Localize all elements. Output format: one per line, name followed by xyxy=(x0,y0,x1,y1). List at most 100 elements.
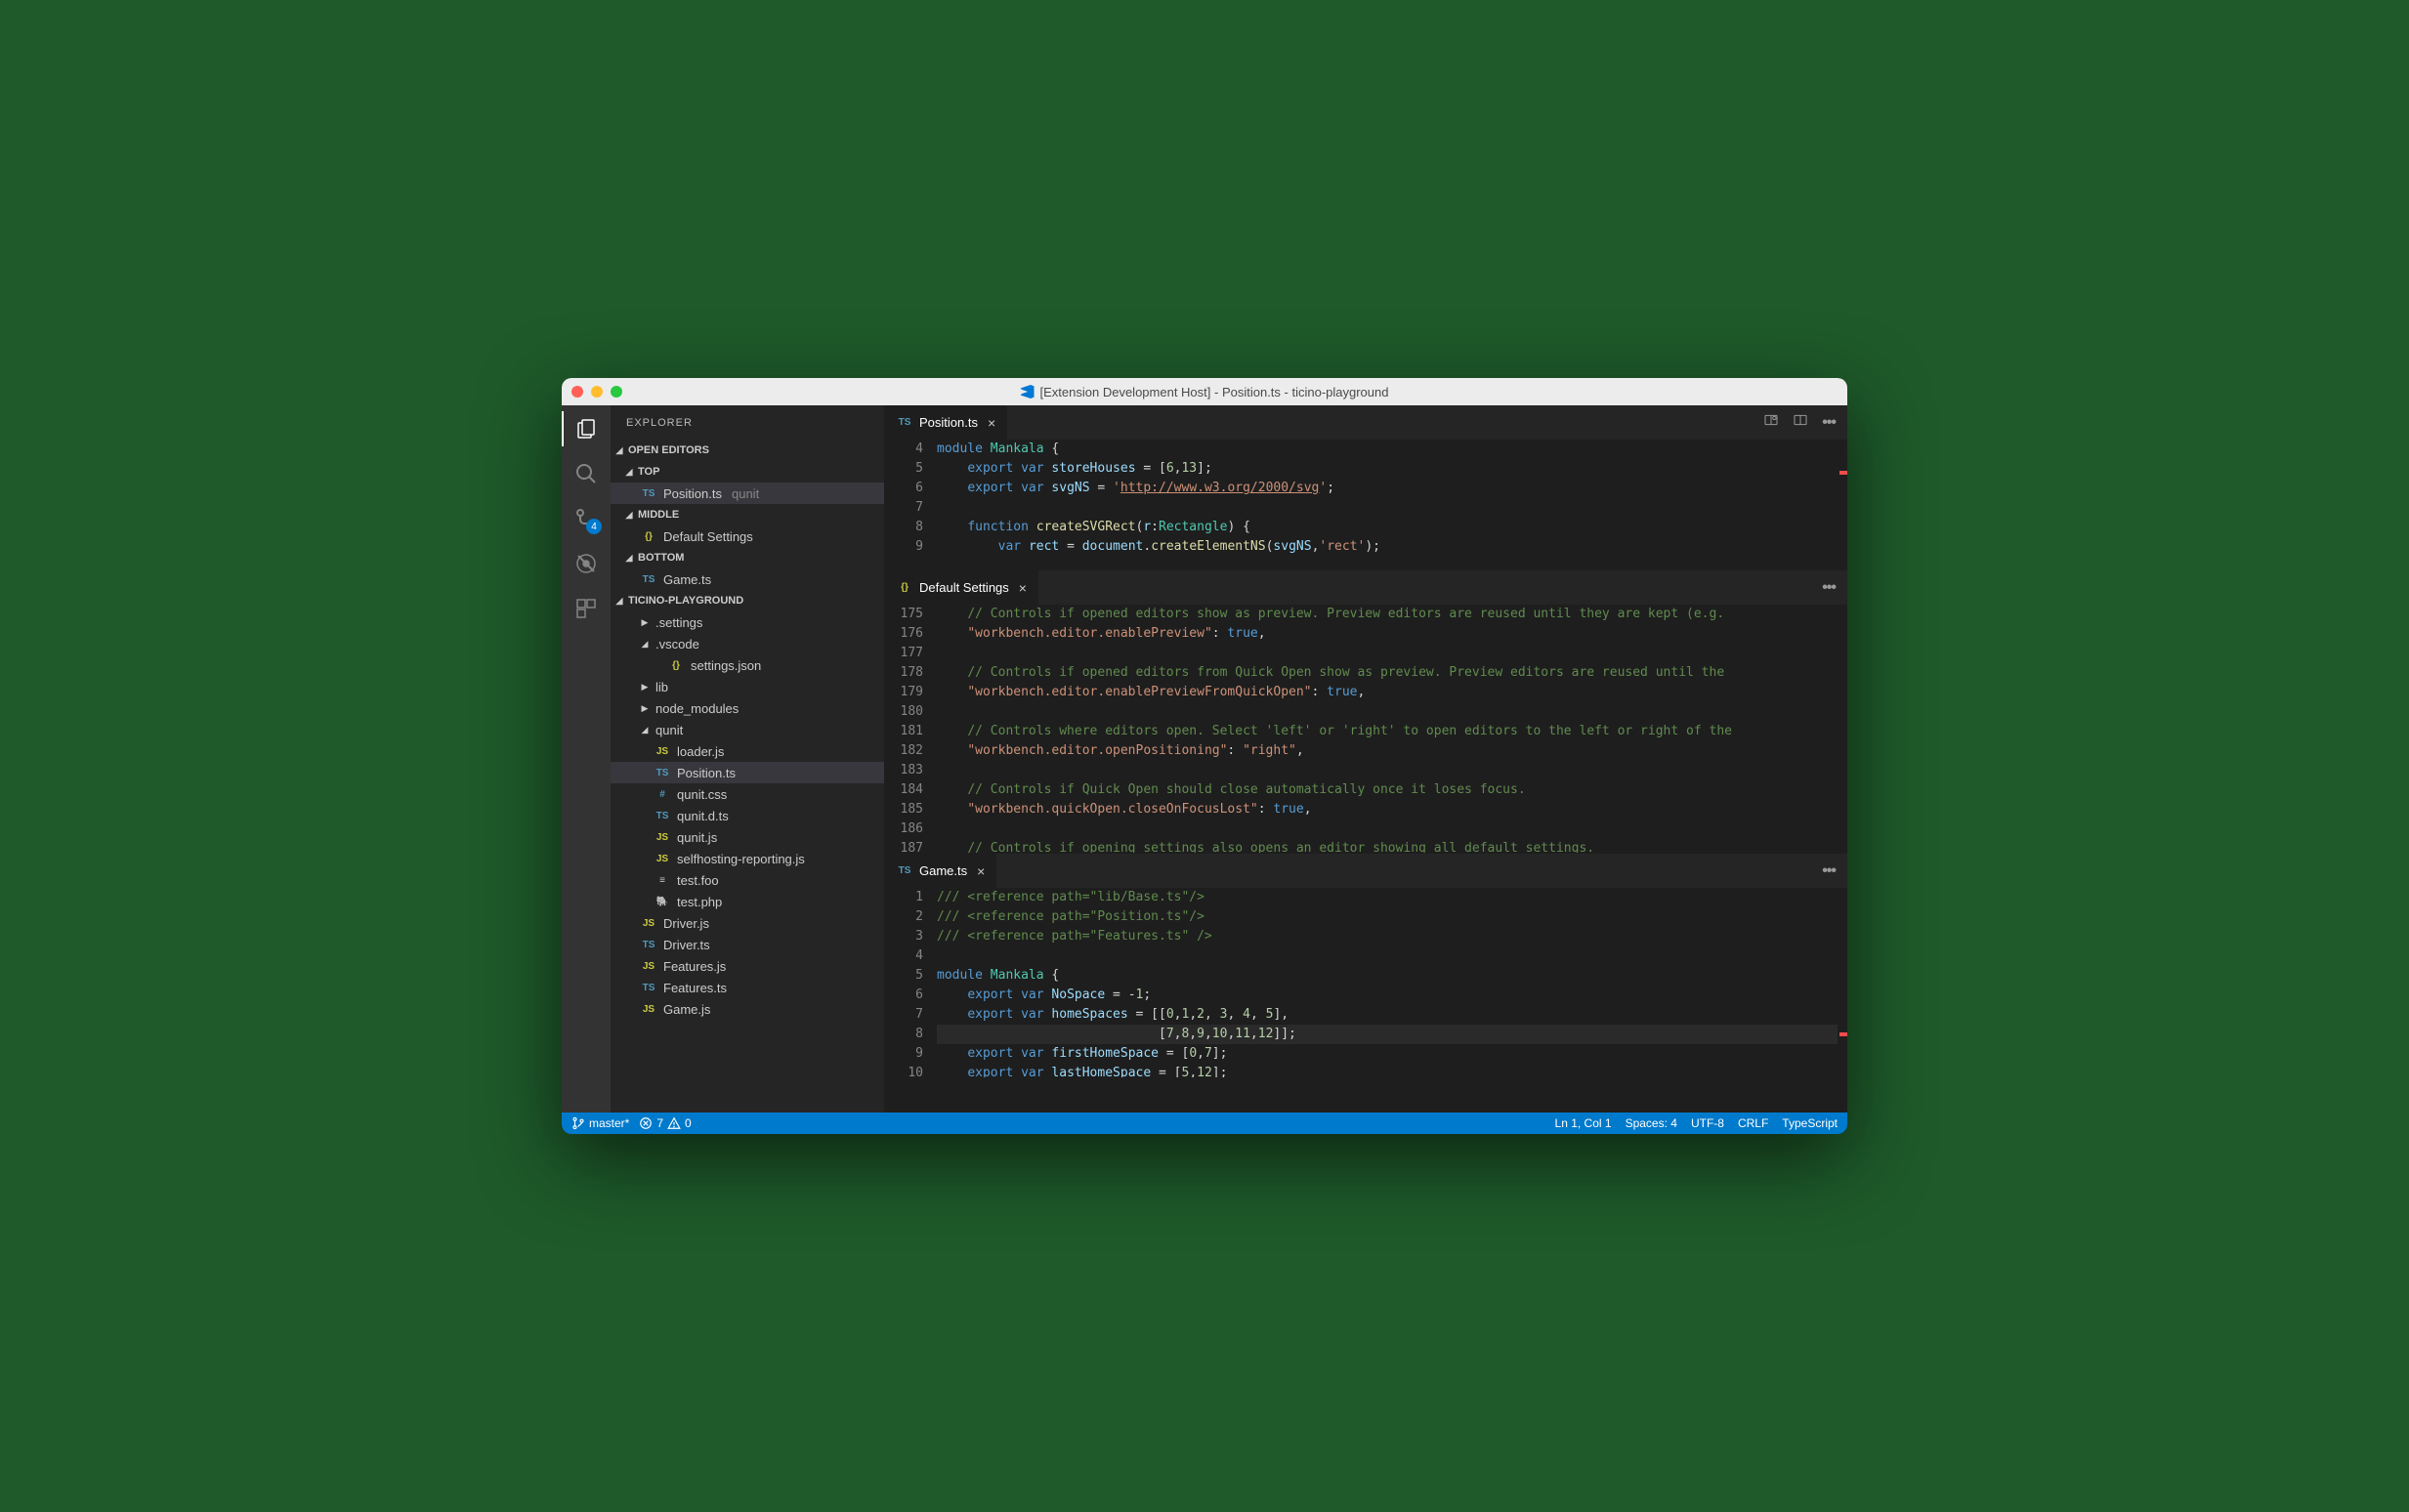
file-item[interactable]: JSGame.js xyxy=(611,998,884,1020)
folder-item[interactable]: ◢qunit xyxy=(611,719,884,740)
error-marker-icon[interactable] xyxy=(1839,1032,1847,1036)
code-area[interactable]: 12345678910/// <reference path="lib/Base… xyxy=(884,888,1847,1077)
more-actions-icon[interactable]: ••• xyxy=(1822,862,1836,880)
file-item[interactable]: JSselfhosting-reporting.js xyxy=(611,848,884,869)
close-window-button[interactable] xyxy=(571,386,583,398)
status-problems[interactable]: 7 0 xyxy=(639,1116,691,1130)
code-line[interactable]: // Controls if Quick Open should close a… xyxy=(937,780,1838,800)
code-area[interactable]: 175176177178179180181182183184185186187 … xyxy=(884,605,1847,853)
code-line[interactable] xyxy=(937,819,1838,839)
code-area[interactable]: 456789module Mankala { export var storeH… xyxy=(884,440,1847,569)
code-line[interactable] xyxy=(937,946,1838,966)
status-indent[interactable]: Spaces: 4 xyxy=(1626,1116,1677,1130)
open-editor-item[interactable]: TSPosition.tsqunit xyxy=(611,483,884,504)
file-item[interactable]: TSPosition.ts xyxy=(611,762,884,783)
show-changes-icon[interactable] xyxy=(1763,412,1779,433)
code-line[interactable]: export var homeSpaces = [[0,1,2, 3, 4, 5… xyxy=(937,1005,1838,1025)
folder-item[interactable]: ▶lib xyxy=(611,676,884,697)
file-item[interactable]: #qunit.css xyxy=(611,783,884,805)
editor-tab[interactable]: TSPosition.ts× xyxy=(884,405,1008,440)
code-line[interactable]: export var svgNS = 'http://www.w3.org/20… xyxy=(937,479,1838,498)
status-branch[interactable]: master* xyxy=(571,1116,629,1130)
error-marker-icon[interactable] xyxy=(1839,471,1847,475)
code-line[interactable]: // Controls if opened editors from Quick… xyxy=(937,663,1838,683)
file-item[interactable]: {}settings.json xyxy=(611,654,884,676)
traffic-lights xyxy=(571,386,622,398)
open-editor-item[interactable]: TSGame.ts xyxy=(611,568,884,590)
status-cursor[interactable]: Ln 1, Col 1 xyxy=(1555,1116,1612,1130)
split-editor-icon[interactable] xyxy=(1793,412,1808,433)
code-line[interactable]: export var NoSpace = -1; xyxy=(937,986,1838,1005)
close-tab-icon[interactable]: × xyxy=(1019,580,1027,596)
code-line[interactable]: // Controls where editors open. Select '… xyxy=(937,722,1838,741)
code-line[interactable] xyxy=(937,702,1838,722)
code-line[interactable] xyxy=(937,498,1838,518)
file-item[interactable]: JSloader.js xyxy=(611,740,884,762)
open-editors-group-header[interactable]: ◢BOTTOM xyxy=(611,547,884,568)
extensions-activity[interactable] xyxy=(572,595,600,622)
file-item[interactable]: TSqunit.d.ts xyxy=(611,805,884,826)
status-eol[interactable]: CRLF xyxy=(1738,1116,1768,1130)
group-label: MIDDLE xyxy=(638,509,679,521)
file-item[interactable]: ≡test.foo xyxy=(611,869,884,891)
more-actions-icon[interactable]: ••• xyxy=(1822,414,1836,432)
file-name: selfhosting-reporting.js xyxy=(677,852,805,866)
status-encoding[interactable]: UTF-8 xyxy=(1691,1116,1724,1130)
group-label: BOTTOM xyxy=(638,552,684,564)
code-line[interactable]: "workbench.editor.enablePreview": true, xyxy=(937,624,1838,644)
code-line[interactable]: // Controls if opened editors show as pr… xyxy=(937,605,1838,624)
warning-count: 0 xyxy=(685,1116,692,1130)
editor-tab[interactable]: {}Default Settings× xyxy=(884,570,1039,605)
folder-item[interactable]: ▶node_modules xyxy=(611,697,884,719)
source-control-activity[interactable]: 4 xyxy=(572,505,600,532)
file-type-icon: {} xyxy=(640,531,657,542)
file-item[interactable]: JSqunit.js xyxy=(611,826,884,848)
code-line[interactable]: /// <reference path="Features.ts" /> xyxy=(937,927,1838,946)
minimap[interactable] xyxy=(1838,888,1847,1077)
code-line[interactable]: // Controls if opening settings also ope… xyxy=(937,839,1838,853)
code-line[interactable]: "workbench.editor.openPositioning": "rig… xyxy=(937,741,1838,761)
workspace-header[interactable]: ◢ TICINO-PLAYGROUND xyxy=(611,590,884,611)
code-line[interactable]: "workbench.editor.enablePreviewFromQuick… xyxy=(937,683,1838,702)
folder-item[interactable]: ◢.vscode xyxy=(611,633,884,654)
open-editor-item[interactable]: {}Default Settings xyxy=(611,525,884,547)
code-line[interactable]: export var firstHomeSpace = [0,7]; xyxy=(937,1044,1838,1064)
code-line[interactable]: /// <reference path="lib/Base.ts"/> xyxy=(937,888,1838,907)
code-line[interactable]: "workbench.quickOpen.closeOnFocusLost": … xyxy=(937,800,1838,819)
code-lines[interactable]: // Controls if opened editors show as pr… xyxy=(937,605,1838,853)
close-tab-icon[interactable]: × xyxy=(988,415,995,431)
minimap[interactable] xyxy=(1838,440,1847,569)
file-item[interactable]: TSDriver.ts xyxy=(611,934,884,955)
code-lines[interactable]: module Mankala { export var storeHouses … xyxy=(937,440,1838,569)
code-line[interactable]: export var lastHomeSpace = [5,12]; xyxy=(937,1064,1838,1077)
file-item[interactable]: 🐘test.php xyxy=(611,891,884,912)
code-line[interactable] xyxy=(937,761,1838,780)
folder-item[interactable]: ▶.settings xyxy=(611,611,884,633)
code-line[interactable]: [7,8,9,10,11,12]]; xyxy=(937,1025,1838,1044)
editor-tab[interactable]: TSGame.ts× xyxy=(884,854,997,888)
debug-activity[interactable] xyxy=(572,550,600,577)
maximize-window-button[interactable] xyxy=(611,386,622,398)
file-item[interactable]: TSFeatures.ts xyxy=(611,977,884,998)
code-line[interactable]: export var storeHouses = [6,13]; xyxy=(937,459,1838,479)
open-editors-header[interactable]: ◢ OPEN EDITORS xyxy=(611,440,884,461)
code-line[interactable]: /// <reference path="Position.ts"/> xyxy=(937,907,1838,927)
file-item[interactable]: JSFeatures.js xyxy=(611,955,884,977)
close-tab-icon[interactable]: × xyxy=(977,863,985,879)
file-item[interactable]: JSDriver.js xyxy=(611,912,884,934)
search-activity[interactable] xyxy=(572,460,600,487)
explorer-activity[interactable] xyxy=(572,415,600,442)
status-language[interactable]: TypeScript xyxy=(1782,1116,1838,1130)
code-line[interactable] xyxy=(937,644,1838,663)
minimap[interactable] xyxy=(1838,605,1847,853)
open-editors-group-header[interactable]: ◢TOP xyxy=(611,461,884,483)
code-line[interactable]: module Mankala { xyxy=(937,966,1838,986)
code-line[interactable]: var rect = document.createElementNS(svgN… xyxy=(937,537,1838,557)
open-editors-group-header[interactable]: ◢MIDDLE xyxy=(611,504,884,525)
code-line[interactable]: function createSVGRect(r:Rectangle) { xyxy=(937,518,1838,537)
minimize-window-button[interactable] xyxy=(591,386,603,398)
code-lines[interactable]: /// <reference path="lib/Base.ts"/>/// <… xyxy=(937,888,1838,1077)
tab-row: {}Default Settings× ••• xyxy=(884,570,1847,605)
more-actions-icon[interactable]: ••• xyxy=(1822,579,1836,597)
code-line[interactable]: module Mankala { xyxy=(937,440,1838,459)
